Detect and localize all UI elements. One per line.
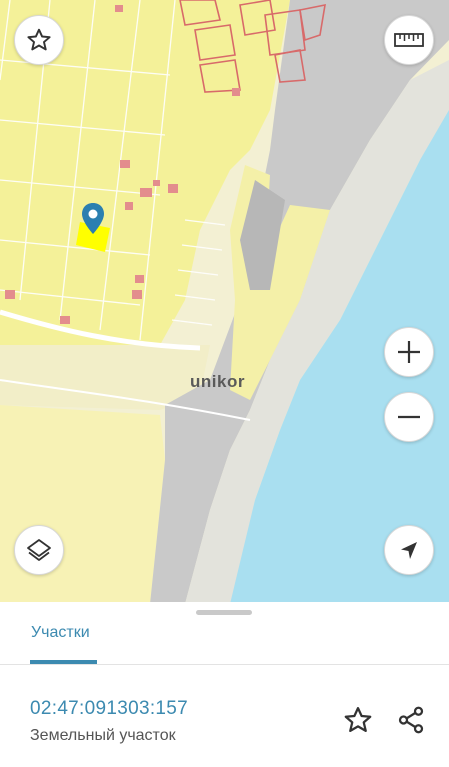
navigation-arrow-icon — [401, 542, 417, 559]
share-icon[interactable] — [396, 705, 426, 735]
layers-button[interactable] — [14, 525, 64, 575]
map-canvas[interactable] — [0, 0, 449, 604]
tab-parcels[interactable]: Участки — [31, 624, 90, 642]
zoom-out-button[interactable] — [384, 392, 434, 442]
locate-button[interactable] — [384, 525, 434, 575]
zoom-in-button[interactable] — [384, 327, 434, 377]
divider — [0, 664, 449, 665]
bottom-sheet[interactable]: Участки 02:47:091303:157 Земельный участ… — [0, 602, 449, 767]
plus-icon — [398, 341, 420, 363]
star-icon — [27, 28, 51, 51]
minus-icon — [398, 415, 420, 419]
ruler-icon — [394, 33, 424, 47]
unikor-logo: unikor — [190, 372, 245, 391]
sheet-drag-handle[interactable] — [196, 610, 252, 615]
cadastral-number[interactable]: 02:47:091303:157 — [30, 698, 188, 720]
favorite-map-button[interactable] — [14, 15, 64, 65]
parcel-type-label: Земельный участок — [30, 727, 176, 744]
layers-icon — [27, 539, 51, 561]
map-view[interactable]: unikor — [0, 0, 449, 604]
ruler-button[interactable] — [384, 15, 434, 65]
location-pin-icon[interactable] — [80, 202, 106, 236]
star-outline-icon[interactable] — [343, 705, 373, 735]
